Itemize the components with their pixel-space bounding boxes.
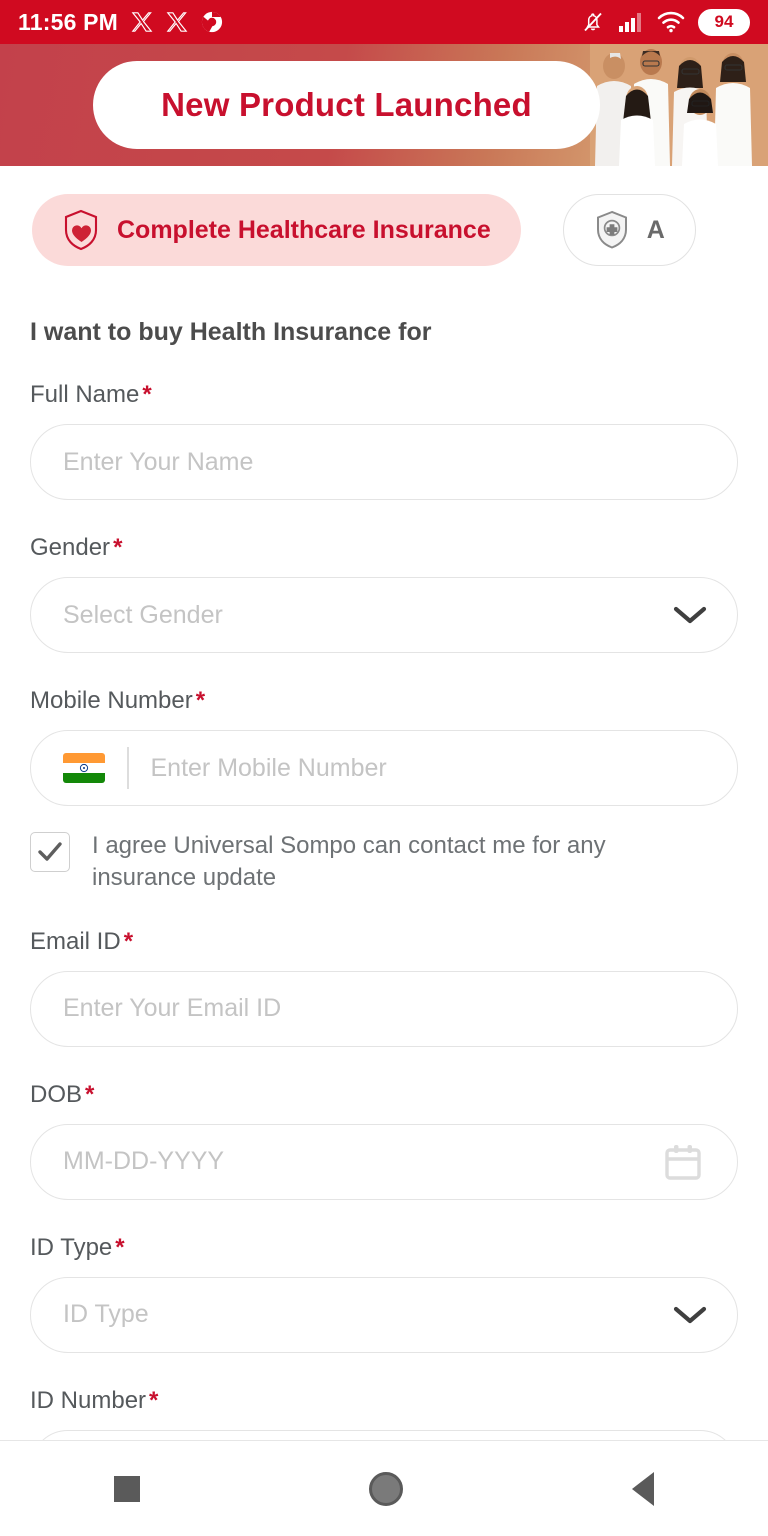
label-text: ID Number: [30, 1386, 147, 1414]
x-twitter-icon: [166, 12, 188, 32]
status-bar-right: 94: [581, 8, 750, 36]
promo-banner[interactable]: New Product Launched: [0, 44, 768, 166]
placeholder-text: Enter Mobile Number: [150, 753, 387, 782]
consent-label: I agree Universal Sompo can contact me f…: [92, 832, 606, 891]
field-mobile-number: Mobile Number * Enter Mobile Number: [30, 687, 738, 806]
label-full-name: Full Name *: [30, 381, 738, 409]
check-icon: [38, 842, 62, 861]
calendar-icon[interactable]: [661, 1140, 705, 1184]
android-navigation-bar: [0, 1440, 768, 1536]
chip-complete-healthcare-insurance[interactable]: Complete Healthcare Insurance: [32, 194, 521, 266]
label-email-id: Email ID *: [30, 928, 738, 956]
field-divider: [127, 747, 129, 789]
field-gender: Gender * Select Gender: [30, 534, 738, 653]
field-id-number: ID Number *: [30, 1387, 738, 1440]
label-id-number: ID Number *: [30, 1387, 738, 1415]
status-clock: 11:56 PM: [18, 8, 119, 35]
wifi-icon: [657, 11, 685, 33]
chip-label: Complete Healthcare Insurance: [117, 215, 491, 244]
consent-row[interactable]: I agree Universal Sompo can contact me f…: [30, 830, 738, 894]
chip-label: A: [646, 215, 665, 244]
required-asterisk: *: [195, 687, 206, 714]
notifications-off-icon: [584, 12, 602, 32]
field-email-id: Email ID * Enter Your Email ID: [30, 928, 738, 1047]
banner-title: New Product Launched: [161, 86, 532, 123]
insurance-lead-form: I want to buy Health Insurance for Full …: [0, 282, 768, 1440]
chrome-icon: [201, 11, 223, 33]
label-text: Email ID: [30, 927, 121, 955]
battery-icon: 94: [698, 8, 750, 36]
label-text: ID Type: [30, 1233, 113, 1261]
input-full-name[interactable]: Enter Your Name: [30, 424, 738, 500]
field-full-name: Full Name * Enter Your Name: [30, 381, 738, 500]
label-text: Gender: [30, 534, 111, 561]
country-code-selector[interactable]: [63, 747, 129, 789]
chevron-down-icon[interactable]: [673, 1305, 707, 1325]
required-asterisk: *: [123, 927, 134, 955]
banner-pill: New Product Launched: [93, 61, 600, 149]
status-bar: 11:56 PM 94: [0, 0, 768, 44]
required-asterisk: *: [115, 1233, 125, 1261]
required-asterisk: *: [149, 1386, 159, 1414]
status-bar-left: 11:56 PM: [18, 9, 223, 36]
select-gender[interactable]: Select Gender: [30, 577, 738, 653]
consent-checkbox[interactable]: [30, 832, 70, 872]
required-asterisk: *: [142, 381, 152, 408]
label-text: DOB: [30, 1080, 83, 1108]
label-dob: DOB *: [30, 1081, 738, 1109]
chip-secondary-product[interactable]: A: [562, 194, 696, 266]
label-text: Mobile Number: [30, 687, 193, 714]
shield-plus-icon: [596, 210, 627, 249]
phone-screen: 11:56 PM 94 New Product Launched Complet…: [0, 0, 768, 1536]
placeholder-text: Select Gender: [63, 600, 223, 629]
home-circle-icon[interactable]: [368, 1471, 403, 1506]
x-twitter-icon: [131, 12, 153, 32]
battery-level: 94: [714, 12, 734, 31]
field-id-type: ID Type * ID Type: [30, 1234, 738, 1353]
shield-heart-icon: [64, 209, 98, 251]
placeholder-text: ID Type: [63, 1300, 149, 1329]
required-asterisk: *: [113, 534, 123, 561]
label-gender: Gender *: [30, 534, 738, 562]
signal-bars-icon: [619, 13, 641, 32]
chevron-down-icon[interactable]: [673, 605, 707, 625]
family-photo: [590, 44, 768, 166]
recents-square-icon[interactable]: [114, 1475, 141, 1502]
input-id-number[interactable]: [30, 1429, 738, 1440]
input-email-id[interactable]: Enter Your Email ID: [30, 970, 738, 1047]
required-asterisk: *: [85, 1080, 95, 1108]
placeholder-text: MM-DD-YYYY: [63, 1147, 225, 1176]
field-dob: DOB * MM-DD-YYYY: [30, 1081, 738, 1200]
product-tabs[interactable]: Complete Healthcare Insurance A: [0, 178, 768, 282]
label-text: Full Name: [30, 381, 140, 408]
label-mobile-number: Mobile Number *: [30, 687, 738, 715]
input-mobile-number[interactable]: Enter Mobile Number: [30, 730, 738, 806]
select-id-type[interactable]: ID Type: [30, 1276, 738, 1353]
input-dob[interactable]: MM-DD-YYYY: [30, 1123, 738, 1200]
placeholder-text: Enter Your Email ID: [63, 994, 282, 1023]
india-flag-icon: [63, 753, 105, 783]
placeholder-text: Enter Your Name: [63, 447, 254, 476]
back-triangle-icon[interactable]: [631, 1471, 654, 1506]
form-section-title: I want to buy Health Insurance for: [30, 318, 432, 346]
label-id-type: ID Type *: [30, 1234, 738, 1262]
